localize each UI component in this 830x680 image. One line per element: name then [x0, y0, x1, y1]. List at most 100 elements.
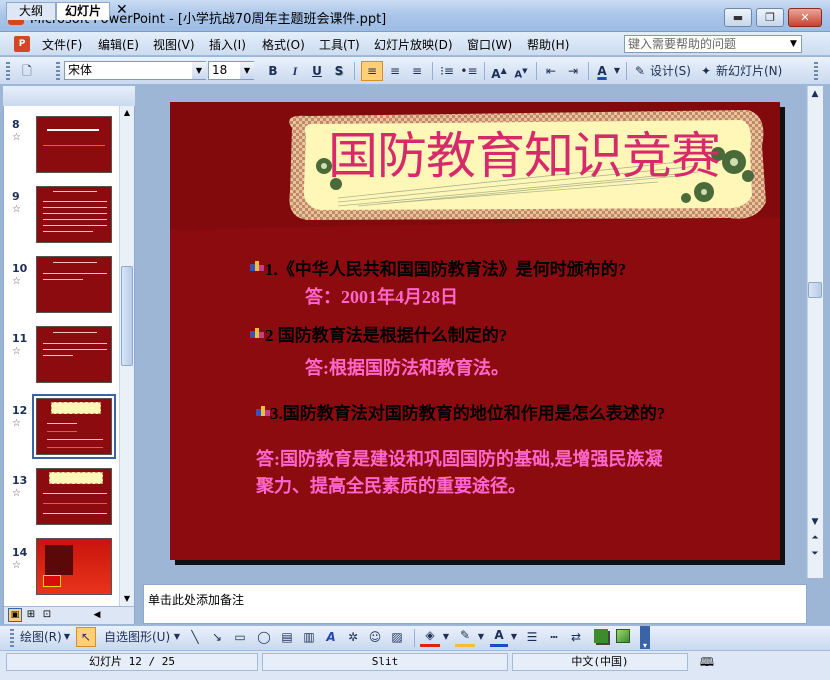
font-color-button[interactable]: A	[593, 61, 611, 81]
bold-button[interactable]: B	[264, 61, 282, 81]
3d-style-icon[interactable]	[616, 629, 630, 643]
menu-view[interactable]: 视图(V)	[153, 36, 195, 53]
line-icon[interactable]: ╲	[186, 627, 204, 647]
answer-3-line-2[interactable]: 聚力、提高全民素质的重要途径。	[256, 472, 526, 498]
slide-scrollbar[interactable]	[807, 86, 823, 578]
restore-button[interactable]: ❐	[756, 8, 784, 27]
menu-edit[interactable]: 编辑(E)	[98, 36, 139, 53]
scroll-thumb[interactable]	[121, 266, 133, 366]
shadow-style-icon[interactable]	[594, 629, 608, 643]
numbering-icon[interactable]: ⁝≡	[437, 61, 457, 81]
answer-1[interactable]: 答：2001年4月28日	[305, 283, 458, 309]
dash-style-icon[interactable]: ┅	[545, 627, 563, 647]
shadow-button[interactable]: S	[330, 61, 348, 81]
chevron-down-icon[interactable]: ▼	[240, 62, 254, 79]
question-2[interactable]: 2 国防教育法是根据什么制定的?	[265, 321, 507, 346]
font-name-combo[interactable]: 宋体	[64, 61, 206, 80]
select-pointer-icon[interactable]: ↖	[76, 627, 96, 647]
italic-button[interactable]: I	[286, 61, 304, 81]
question-3[interactable]: 3.国防教育法对国防教育的地位和作用是怎么表述的?	[270, 399, 665, 424]
vertical-textbox-icon[interactable]: ▥	[300, 627, 318, 647]
spelling-status-icon[interactable]: 🕮	[698, 653, 716, 669]
underline-button[interactable]: U	[308, 61, 326, 81]
rectangle-icon[interactable]: ▭	[230, 627, 250, 647]
previous-slide-icon[interactable]: ⏶	[807, 530, 823, 546]
scroll-up-icon[interactable]: ▲	[120, 106, 134, 120]
tab-outline[interactable]: 大纲	[6, 2, 56, 20]
increase-font-icon[interactable]: A▲	[489, 61, 509, 81]
menu-file[interactable]: 文件(F)	[42, 36, 82, 53]
menu-slideshow[interactable]: 幻灯片放映(D)	[374, 36, 453, 53]
help-search-input[interactable]: 键入需要帮助的问题	[624, 35, 802, 53]
slide-thumbnail[interactable]	[36, 468, 112, 525]
notes-pane[interactable]: 单击此处添加备注	[143, 584, 807, 624]
menu-help[interactable]: 帮助(H)	[527, 36, 569, 53]
menu-window[interactable]: 窗口(W)	[467, 36, 512, 53]
toolbar-grip[interactable]	[814, 62, 818, 80]
new-document-icon[interactable]: 🗋	[18, 61, 36, 81]
answer-2[interactable]: 答:根据国防法和教育法。	[305, 354, 509, 380]
close-icon[interactable]: ✕	[116, 2, 128, 18]
normal-view-icon[interactable]: ▣	[8, 608, 22, 622]
answer-3-line-1[interactable]: 答:国防教育是建设和巩固国防的基础,是增强民族凝	[256, 445, 663, 471]
chevron-down-icon[interactable]: ▼	[62, 627, 72, 647]
align-center-icon[interactable]: ≡	[385, 61, 405, 81]
design-button[interactable]: 设计(S)	[650, 61, 691, 81]
scroll-down-icon[interactable]: ▼	[807, 514, 823, 530]
picture-icon[interactable]: ▨	[388, 627, 406, 647]
menu-tools[interactable]: 工具(T)	[319, 36, 360, 53]
toolbar-options-icon[interactable]: ▾	[640, 626, 650, 650]
slide-title[interactable]: 国防教育知识竞赛	[328, 116, 721, 188]
thumbnail-scrollbar[interactable]: ▲ ▼	[119, 106, 134, 606]
chevron-down-icon[interactable]: ▼	[612, 61, 622, 81]
chevron-down-icon[interactable]: ▼	[786, 36, 801, 52]
line-style-icon[interactable]: ☰	[523, 627, 541, 647]
chevron-down-icon[interactable]: ▼	[172, 627, 182, 647]
new-slide-button[interactable]: 新幻灯片(N)	[716, 61, 782, 81]
fill-color-icon[interactable]: ◈	[420, 627, 440, 647]
draw-menu-button[interactable]: 绘图(R)	[20, 627, 62, 647]
slide-thumbnail[interactable]	[36, 256, 112, 313]
chevron-down-icon[interactable]: ▼	[476, 627, 486, 647]
arrow-icon[interactable]: ↘	[208, 627, 226, 647]
close-button[interactable]: ✕	[788, 8, 822, 27]
chevron-down-icon[interactable]: ▼	[509, 627, 519, 647]
toolbar-grip[interactable]	[10, 629, 14, 647]
slide-thumbnail[interactable]	[36, 326, 112, 383]
slideshow-icon[interactable]: ⊡	[40, 608, 54, 622]
arrow-style-icon[interactable]: ⇄	[567, 627, 585, 647]
align-right-icon[interactable]: ≡	[407, 61, 427, 81]
scroll-down-icon[interactable]: ▼	[120, 592, 134, 606]
decrease-indent-icon[interactable]: ⇤	[541, 61, 561, 81]
oval-icon[interactable]: ◯	[254, 627, 274, 647]
decrease-font-icon[interactable]: A▼	[511, 61, 531, 81]
bullets-icon[interactable]: •≡	[459, 61, 479, 81]
scroll-up-icon[interactable]: ▲	[807, 86, 823, 102]
slide-thumbnail[interactable]	[36, 538, 112, 595]
chevron-down-icon[interactable]: ▼	[441, 627, 451, 647]
slide-thumbnail[interactable]	[36, 186, 112, 243]
autoshapes-button[interactable]: 自选图形(U)	[104, 627, 170, 647]
toolbar-grip[interactable]	[6, 62, 10, 80]
slide-sorter-icon[interactable]: ⊞	[24, 608, 38, 622]
question-1[interactable]: 1.《中华人民共和国国防教育法》是何时颁布的?	[265, 255, 626, 280]
menu-insert[interactable]: 插入(I)	[209, 36, 246, 53]
scroll-left-icon[interactable]: ◀	[90, 608, 104, 622]
increase-indent-icon[interactable]: ⇥	[563, 61, 583, 81]
line-color-icon[interactable]: ✎	[455, 627, 475, 647]
diagram-icon[interactable]: ✲	[344, 627, 362, 647]
minimize-button[interactable]: ▬	[724, 8, 752, 27]
slide-thumbnail[interactable]	[36, 116, 112, 173]
toolbar-grip[interactable]	[56, 62, 60, 80]
scroll-thumb[interactable]	[808, 282, 822, 298]
align-left-icon[interactable]: ≡	[361, 61, 383, 81]
menu-format[interactable]: 格式(O)	[262, 36, 305, 53]
clipart-icon[interactable]: ☺	[366, 627, 384, 647]
document-icon[interactable]: P	[14, 36, 30, 52]
tab-slides[interactable]: 幻灯片	[56, 2, 110, 20]
wordart-icon[interactable]: A	[322, 627, 340, 647]
slide-thumbnail-selected[interactable]	[32, 394, 116, 459]
font-color-icon[interactable]: A	[490, 627, 508, 647]
chevron-down-icon[interactable]: ▼	[192, 62, 206, 79]
next-slide-icon[interactable]: ⏷	[807, 546, 823, 562]
